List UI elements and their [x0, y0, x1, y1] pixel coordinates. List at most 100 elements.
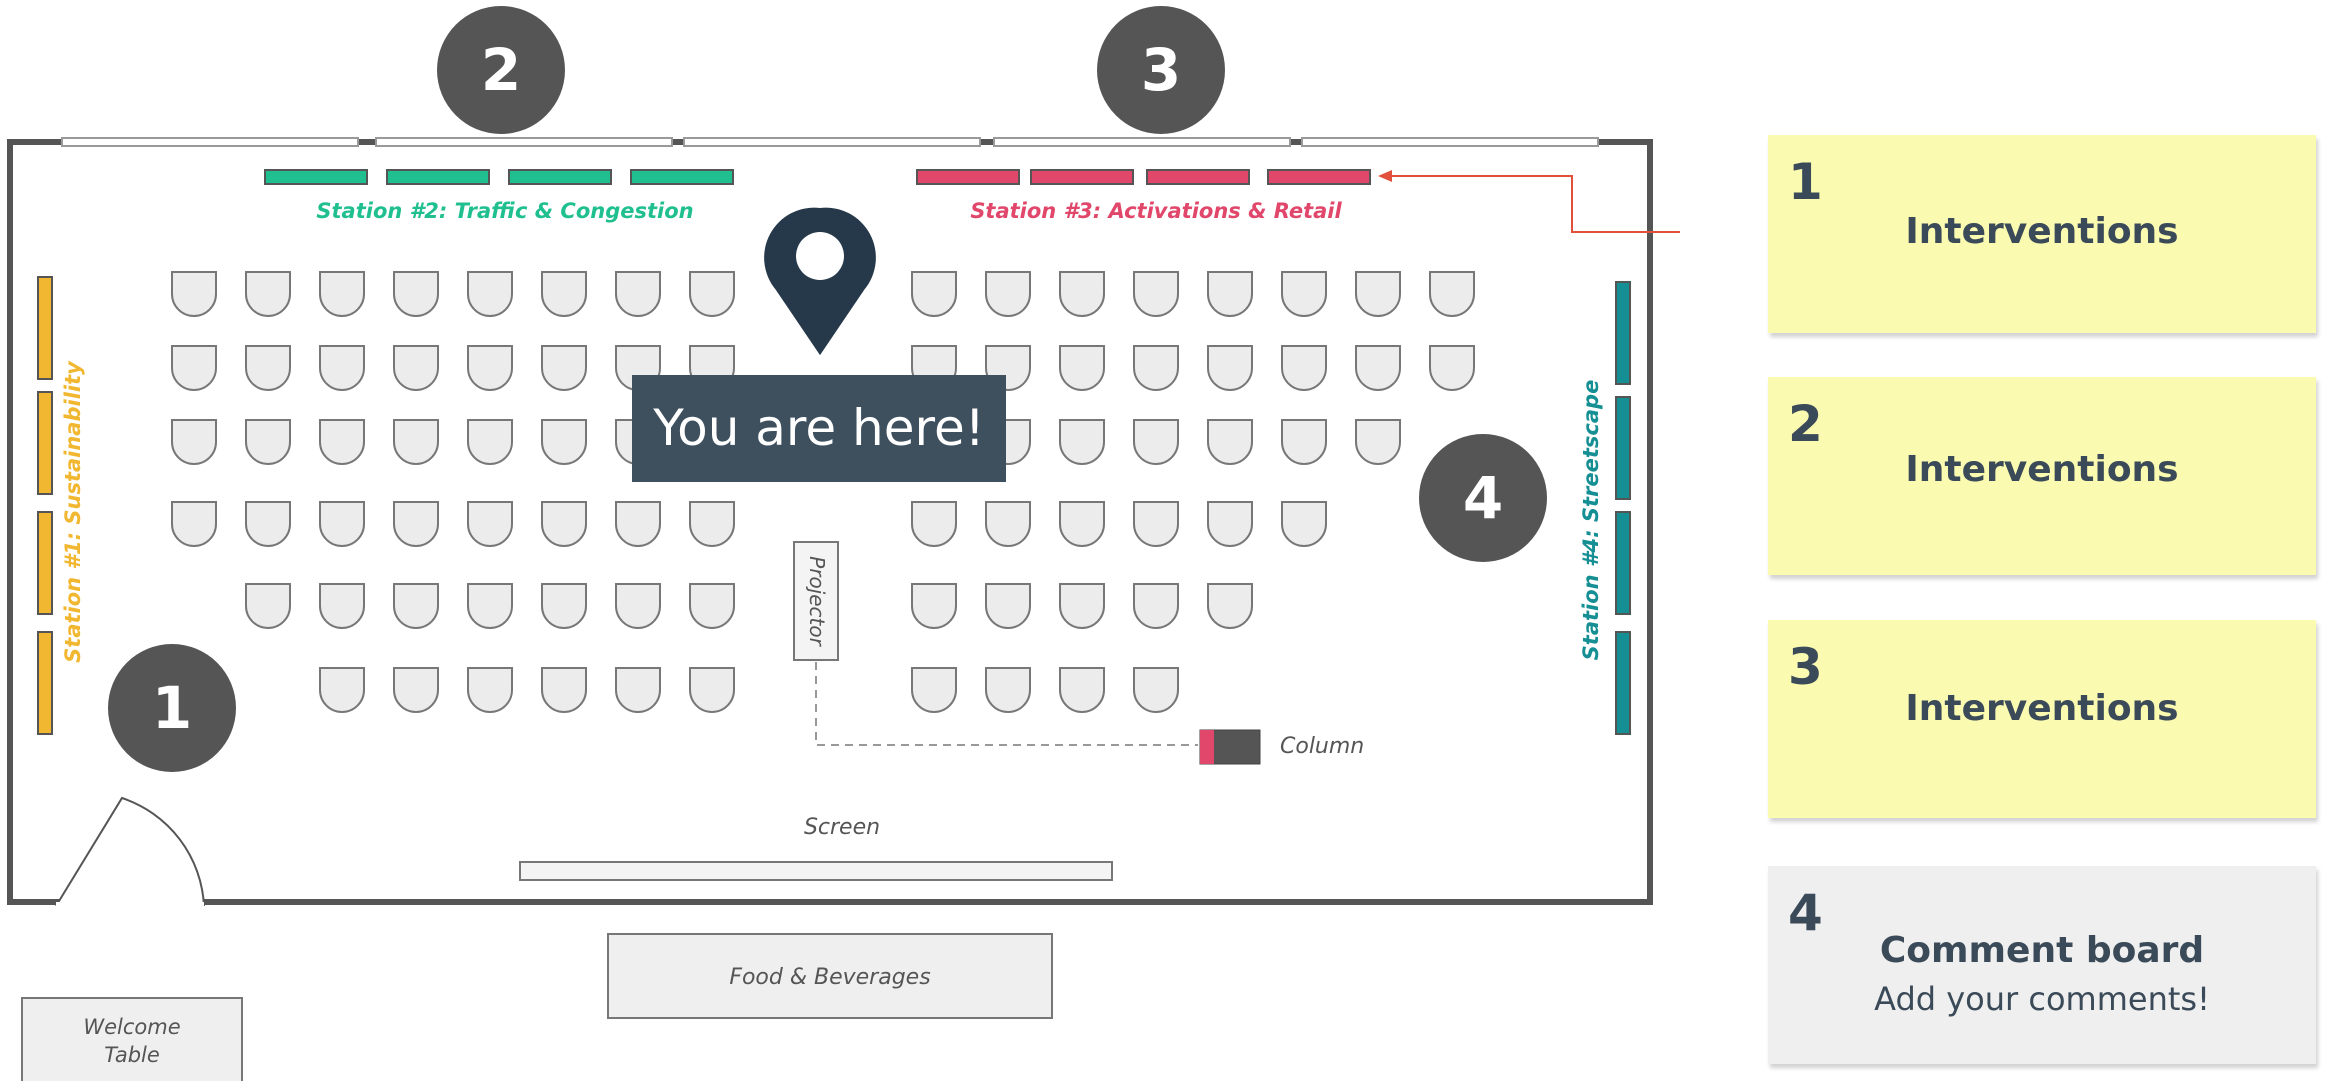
chair: [319, 501, 365, 547]
chair: [467, 583, 513, 629]
station-badge-4: 4: [1419, 434, 1547, 562]
sticky-note-2-number: 2: [1788, 395, 1823, 453]
sticky-note-1-number: 1: [1788, 153, 1823, 211]
chair: [1281, 271, 1327, 317]
station-4-label: Station #4: Streetscape: [1579, 380, 1603, 661]
welcome-label-1: Welcome: [83, 1015, 180, 1039]
chair: [1207, 583, 1253, 629]
chair: [1281, 501, 1327, 547]
projector-label: Projector: [805, 556, 829, 647]
floor-plan: Station #2: Traffic & Congestion Station…: [7, 6, 1680, 1081]
chair: [171, 345, 217, 391]
chair: [1059, 345, 1105, 391]
station-badge-2: 2: [437, 6, 565, 134]
welcome-table: [21, 997, 243, 1081]
chair: [245, 583, 291, 629]
station-badge-1: 1: [108, 644, 236, 772]
chair: [689, 501, 735, 547]
chair: [615, 667, 661, 713]
chair: [985, 583, 1031, 629]
screen: [519, 861, 1113, 881]
chair: [1133, 583, 1179, 629]
sticky-note-4: 4 Comment board Add your comments!: [1768, 866, 2316, 1064]
chair: [1355, 345, 1401, 391]
chair: [541, 345, 587, 391]
chair: [1355, 271, 1401, 317]
chair: [245, 419, 291, 465]
chair: [1281, 419, 1327, 465]
food-label: Food & Beverages: [729, 965, 930, 990]
chair: [393, 271, 439, 317]
chair: [171, 271, 217, 317]
chair: [245, 271, 291, 317]
chair: [1133, 667, 1179, 713]
chair: [1133, 271, 1179, 317]
chair: [541, 501, 587, 547]
windows: [61, 137, 1599, 147]
chair: [1207, 345, 1253, 391]
chair: [911, 583, 957, 629]
chair: [171, 501, 217, 547]
chair: [541, 583, 587, 629]
chair: [1059, 271, 1105, 317]
chair: [1133, 501, 1179, 547]
chair: [393, 667, 439, 713]
chair: [1281, 345, 1327, 391]
chair: [1059, 501, 1105, 547]
column-accent: [1200, 730, 1214, 764]
chair: [1133, 345, 1179, 391]
chair: [985, 501, 1031, 547]
station-3-label: Station #3: Activations & Retail: [970, 199, 1342, 223]
chair: [911, 271, 957, 317]
badge-2-number: 2: [481, 36, 521, 104]
badge-3-number: 3: [1141, 36, 1181, 104]
sticky-note-2-title: Interventions: [1905, 449, 2179, 490]
welcome-label-2: Table: [104, 1043, 160, 1067]
chair: [319, 667, 365, 713]
chair: [541, 271, 587, 317]
chair: [245, 345, 291, 391]
chair: [1059, 667, 1105, 713]
chair: [1429, 271, 1475, 317]
chair: [1059, 583, 1105, 629]
sticky-note-4-title: Comment board: [1879, 930, 2205, 971]
chair: [541, 419, 587, 465]
chair: [985, 271, 1031, 317]
chair: [1355, 419, 1401, 465]
chair: [467, 501, 513, 547]
chair: [467, 667, 513, 713]
chair: [1059, 419, 1105, 465]
badge-1-number: 1: [152, 674, 192, 742]
chair: [171, 419, 217, 465]
sticky-note-3: 3 Interventions: [1768, 620, 2316, 818]
chair: [615, 583, 661, 629]
chair: [467, 419, 513, 465]
chair: [689, 667, 735, 713]
chair: [393, 419, 439, 465]
chair: [1429, 345, 1475, 391]
station-badge-3: 3: [1097, 6, 1225, 134]
chair: [319, 419, 365, 465]
chair: [911, 667, 957, 713]
sticky-note-4-subtitle: Add your comments!: [1874, 980, 2210, 1018]
column-label: Column: [1280, 734, 1364, 759]
sticky-note-1: 1 Interventions: [1768, 135, 2316, 333]
chair: [911, 501, 957, 547]
chair: [467, 271, 513, 317]
chair: [467, 345, 513, 391]
chair: [689, 583, 735, 629]
you-are-here-label: You are here!: [632, 375, 1006, 482]
chair: [1207, 419, 1253, 465]
chair: [615, 501, 661, 547]
chair: [1207, 501, 1253, 547]
chair: [615, 271, 661, 317]
chair: [985, 667, 1031, 713]
chair: [319, 583, 365, 629]
sticky-note-3-title: Interventions: [1905, 688, 2179, 729]
chair: [393, 583, 439, 629]
chair: [319, 345, 365, 391]
station-2-label: Station #2: Traffic & Congestion: [316, 199, 693, 223]
screen-label: Screen: [804, 815, 880, 840]
sticky-note-1-title: Interventions: [1905, 211, 2179, 252]
chair: [1133, 419, 1179, 465]
